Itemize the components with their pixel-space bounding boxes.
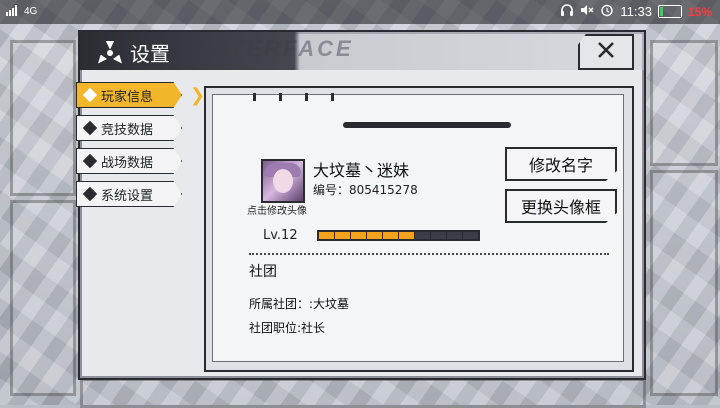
clock-time: 11:33 (620, 4, 652, 19)
sidebar-item-system-settings[interactable]: 系统设置 (76, 181, 182, 207)
radiation-icon (98, 40, 122, 65)
alarm-icon (600, 3, 614, 20)
xp-segment (415, 232, 430, 239)
player-name: 大坟墓丶迷妹 (313, 161, 410, 180)
divider (249, 253, 609, 255)
pin-icon (253, 93, 256, 101)
sidebar-item-battlefield-data[interactable]: 战场数据 (76, 148, 182, 174)
pin-icon (279, 93, 282, 101)
title-bar: 设置 INTERFACE (80, 32, 644, 70)
close-button[interactable] (578, 34, 634, 70)
settings-window: 设置 INTERFACE 玩家信息 竞技数据 战场数据 系统设置 ❯ 点击修改头… (76, 30, 646, 380)
xp-segment (335, 232, 350, 239)
xp-segment (431, 232, 446, 239)
avatar-hint[interactable]: 点击修改头像 (247, 202, 307, 217)
player-id: 编号：805415278 (313, 183, 418, 197)
club-heading: 社团 (249, 264, 277, 280)
rename-button[interactable]: 修改名字 (505, 147, 617, 181)
diamond-icon (82, 120, 98, 136)
xp-segment (319, 232, 334, 239)
avatar[interactable] (261, 159, 305, 203)
interface-watermark: INTERFACE (202, 36, 354, 61)
xp-segment (351, 232, 366, 239)
xp-segment (399, 232, 414, 239)
club-position: 社团职位:社长 (249, 321, 326, 335)
sidebar-item-label: 战场数据 (101, 155, 154, 171)
change-frame-button[interactable]: 更换头像框 (505, 189, 617, 223)
sidebar-item-arena-data[interactable]: 竞技数据 (76, 115, 182, 141)
window-title: 设置 (130, 42, 170, 66)
settings-sidebar: 玩家信息 竞技数据 战场数据 系统设置 (76, 82, 186, 214)
headset-icon (560, 3, 574, 20)
active-tab-arrow-icon: ❯ (190, 85, 206, 106)
player-info-card: 点击修改头像 大坟墓丶迷妹 编号：805415278 Lv.12 修改名字 更换… (204, 86, 634, 372)
diamond-icon (82, 186, 98, 202)
battery-icon (657, 5, 682, 18)
battery-percent: 15% (687, 4, 712, 19)
signal-icon (6, 4, 20, 19)
close-icon (596, 40, 616, 64)
sidebar-item-label: 玩家信息 (101, 89, 154, 105)
sidebar-item-label: 竞技数据 (101, 122, 154, 138)
panel-handle (343, 122, 511, 128)
network-type: 4G (24, 6, 38, 17)
club-name: 所属社团：:大坟墓 (249, 297, 350, 311)
xp-segment (383, 232, 398, 239)
diamond-icon (82, 87, 98, 103)
rename-button-label: 修改名字 (528, 156, 593, 175)
change-frame-button-label: 更换头像框 (520, 198, 601, 217)
xp-segment (463, 232, 478, 239)
status-bar: 4G 11:33 15% (0, 0, 720, 24)
experience-bar (317, 230, 480, 241)
player-level: Lv.12 (263, 228, 298, 243)
sidebar-item-label: 系统设置 (101, 188, 154, 204)
pin-icon (331, 93, 334, 101)
pin-icon (305, 93, 308, 101)
xp-segment (447, 232, 462, 239)
diamond-icon (82, 153, 98, 169)
sidebar-item-player-info[interactable]: 玩家信息 (76, 82, 182, 108)
mute-icon (580, 3, 594, 20)
xp-segment (367, 232, 382, 239)
player-info-panel: 点击修改头像 大坟墓丶迷妹 编号：805415278 Lv.12 修改名字 更换… (212, 93, 624, 362)
